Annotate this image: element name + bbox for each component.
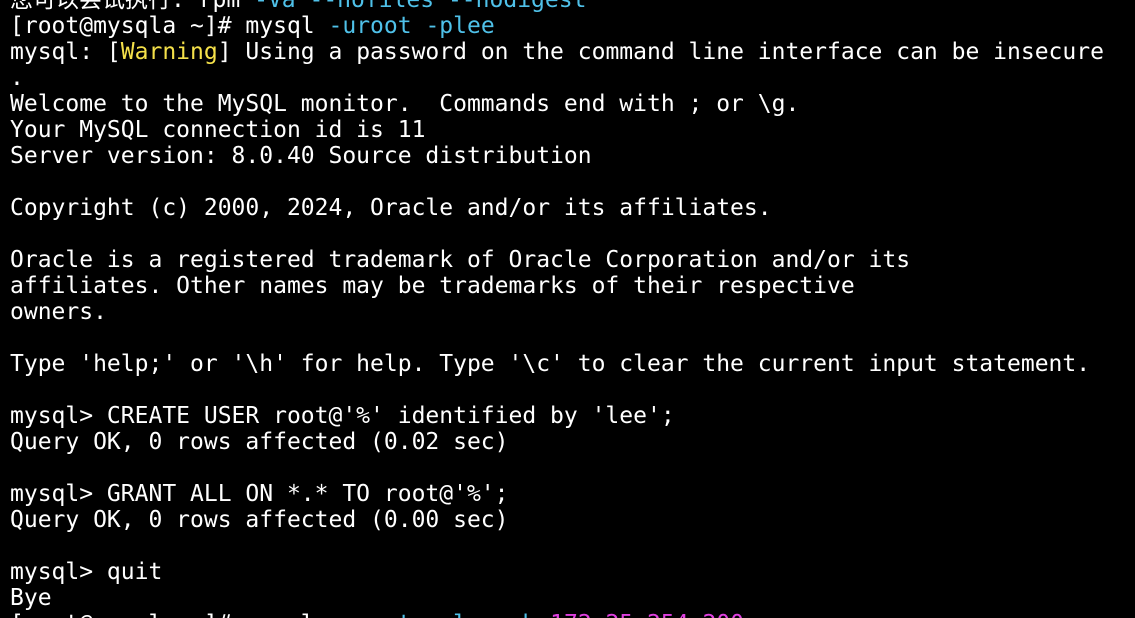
terminal-text: mysql: [	[10, 39, 121, 65]
command-flag: -plee	[425, 611, 494, 618]
terminal-text: mysql> CREATE USER root@'%' identified b…	[10, 403, 675, 429]
command-flag: -plee	[425, 13, 495, 39]
terminal-text: .	[10, 65, 24, 91]
terminal-line: 您可以尝试执行: rpm -Va --nofiles --nodigest	[10, 0, 1130, 13]
command-flag: -h	[509, 611, 537, 618]
terminal-line: mysql> CREATE USER root@'%' identified b…	[10, 403, 1130, 429]
terminal-line: owners.	[10, 299, 1130, 325]
command-flag: -Va --nofiles --nodigest	[254, 0, 587, 13]
terminal-line: Query OK, 0 rows affected (0.02 sec)	[10, 429, 1130, 455]
terminal-text: Server version: 8.0.40 Source distributi…	[10, 143, 592, 169]
terminal-line: Welcome to the MySQL monitor. Commands e…	[10, 91, 1130, 117]
terminal-text: Query OK, 0 rows affected (0.00 sec)	[10, 507, 509, 533]
terminal-text: Query OK, 0 rows affected (0.02 sec)	[10, 429, 509, 455]
terminal-line: mysql> quit	[10, 559, 1130, 585]
terminal-line: Copyright (c) 2000, 2024, Oracle and/or …	[10, 195, 1130, 221]
terminal-text: mysql> GRANT ALL ON *.* TO root@'%';	[10, 481, 509, 507]
terminal-line: Your MySQL connection id is 11	[10, 117, 1130, 143]
terminal-text: [root@mysqla ~]# mysql	[10, 611, 329, 618]
command-flag: -uroot	[328, 13, 412, 39]
terminal-line: Type 'help;' or '\h' for help. Type '\c'…	[10, 351, 1130, 377]
terminal-text: Copyright (c) 2000, 2024, Oracle and/or …	[10, 195, 772, 221]
terminal-line: Bye	[10, 585, 1130, 611]
terminal-text: Welcome to the MySQL monitor. Commands e…	[10, 91, 800, 117]
warning-label: Warning	[120, 39, 218, 65]
terminal-text: [root@mysqla ~]# mysql	[10, 13, 329, 39]
terminal-line: Oracle is a registered trademark of Orac…	[10, 247, 1130, 273]
terminal-line: Query OK, 0 rows affected (0.00 sec)	[10, 507, 1130, 533]
terminal-text: affiliates. Other names may be trademark…	[10, 273, 855, 299]
terminal-text: Type 'help;' or '\h' for help. Type '\c'…	[10, 351, 1091, 377]
terminal-line: mysql> GRANT ALL ON *.* TO root@'%';	[10, 481, 1130, 507]
command-flag: -uroot	[329, 611, 412, 618]
terminal-output: 您可以尝试执行: rpm -Va --nofiles --nodigest [ro…	[10, 0, 1130, 618]
terminal-line: [root@mysqla ~]# mysql -uroot -plee	[10, 13, 1130, 39]
terminal-text: Your MySQL connection id is 11	[10, 117, 426, 143]
terminal-text: ] Using a password on the command line i…	[217, 39, 1104, 65]
terminal-text: Oracle is a registered trademark of Orac…	[10, 247, 911, 273]
host-address: 172.25.254.200	[550, 611, 744, 618]
terminal-text: mysql> quit	[10, 559, 163, 585]
terminal-line: [root@mysqla ~]# mysql -uroot -plee -h 1…	[10, 611, 1130, 618]
terminal-text: owners.	[10, 299, 107, 325]
terminal-line: Server version: 8.0.40 Source distributi…	[10, 143, 1130, 169]
terminal-line: affiliates. Other names may be trademark…	[10, 273, 1130, 299]
terminal-line: mysql: [Warning] Using a password on the…	[10, 39, 1130, 65]
terminal-window[interactable]: 您可以尝试执行: rpm -Va --nofiles --nodigest [ro…	[0, 0, 1135, 618]
terminal-text: Bye	[10, 585, 52, 611]
terminal-text: 您可以尝试执行: rpm	[10, 0, 255, 13]
terminal-line: .	[10, 65, 1130, 91]
